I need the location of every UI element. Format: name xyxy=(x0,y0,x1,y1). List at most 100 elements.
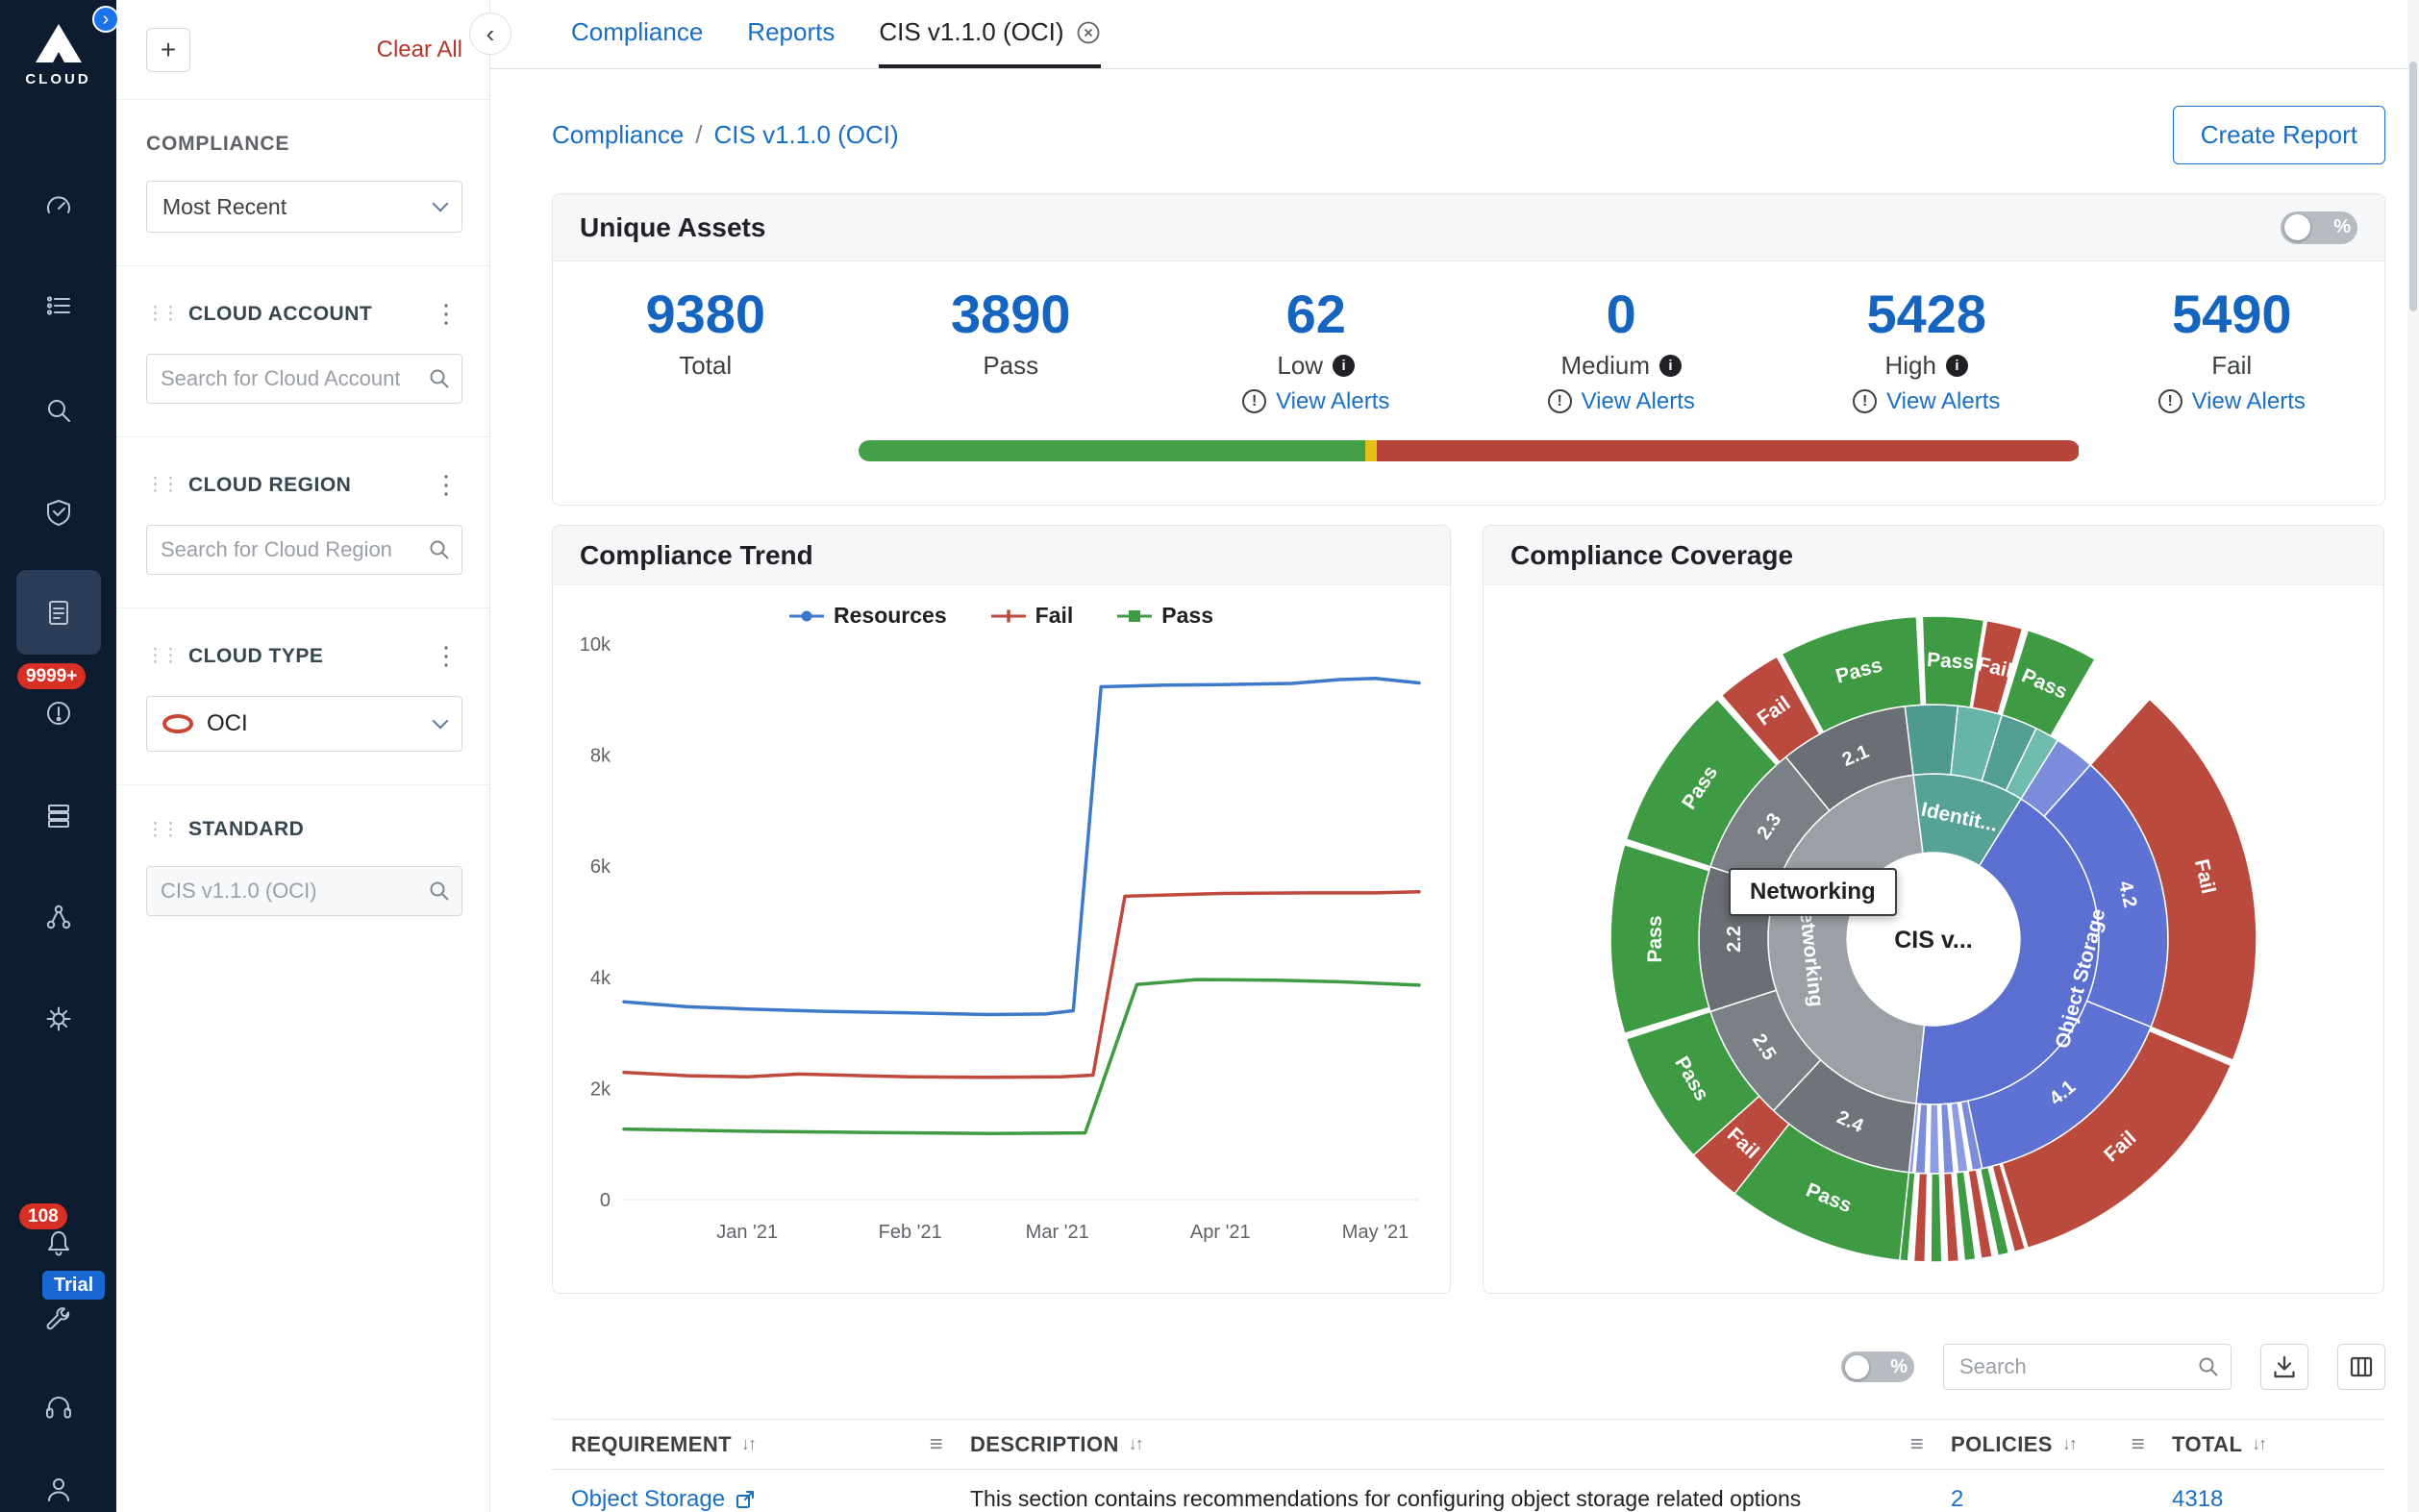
table-header-row: REQUIREMENT ↓↑ ≡ DESCRIPTION ↓↑ ≡ POLICI… xyxy=(552,1420,2385,1470)
svg-text:8k: 8k xyxy=(590,746,611,767)
rail-item-compute[interactable] xyxy=(30,789,87,843)
assets-progress-bar xyxy=(859,440,2080,461)
column-settings-button[interactable] xyxy=(2337,1344,2385,1390)
view-alerts-link-high[interactable]: View Alerts xyxy=(1886,388,2000,415)
sort-icons[interactable]: ↓↑ xyxy=(741,1434,755,1454)
table-search-input[interactable] xyxy=(1943,1344,2232,1390)
svg-text:Feb '21: Feb '21 xyxy=(879,1222,942,1243)
legend-marker xyxy=(991,608,1026,624)
tab-compliance[interactable]: Compliance xyxy=(571,0,703,68)
filter-panel: + Clear All COMPLIANCE Most Recent ⋮⋮ CL… xyxy=(116,0,490,1512)
bar-segment-pass xyxy=(859,440,1365,461)
svg-text:Pass: Pass xyxy=(1926,649,1974,674)
assets-stats: 9380 Total 3890 Pass 62 Low i ! View Ale… xyxy=(553,261,2384,415)
download-icon xyxy=(2271,1353,2298,1380)
rail-item-settings[interactable] xyxy=(30,992,87,1046)
table-percent-toggle[interactable]: % xyxy=(1841,1351,1914,1382)
filter-section-cloud-region: CLOUD REGION xyxy=(188,474,351,497)
tab-cis-v110-oci[interactable]: CIS v1.1.0 (OCI) xyxy=(879,0,1100,68)
coverage-chart[interactable]: NetworkingIdentit...Object Storage2.42.5… xyxy=(1597,603,2270,1276)
close-tab-icon[interactable] xyxy=(1076,20,1101,45)
trial-badge: Trial xyxy=(42,1271,105,1300)
headset-icon xyxy=(44,1393,73,1422)
drag-handle-icon[interactable]: ⋮⋮ xyxy=(146,474,177,496)
svg-text:2k: 2k xyxy=(590,1078,611,1100)
filter-section-cloud-account: CLOUD ACCOUNT xyxy=(188,303,372,326)
add-filter-button[interactable]: + xyxy=(146,28,190,72)
breadcrumb-current[interactable]: CIS v1.1.0 (OCI) xyxy=(714,120,899,150)
coverage-body: NetworkingIdentit...Object Storage2.42.5… xyxy=(1484,603,2383,1294)
divider xyxy=(116,607,489,608)
kebab-menu-icon[interactable]: ⋮ xyxy=(430,641,462,671)
external-link-icon xyxy=(735,1489,756,1510)
page-scrollbar[interactable] xyxy=(2407,0,2419,1512)
notification-dot[interactable]: › xyxy=(92,6,119,33)
filter-section-cloud-type: CLOUD TYPE xyxy=(188,645,323,668)
column-header-total[interactable]: TOTAL ↓↑ xyxy=(2172,1432,2366,1457)
column-menu-icon[interactable]: ≡ xyxy=(1910,1431,1924,1458)
view-alerts-link-medium[interactable]: View Alerts xyxy=(1582,388,1695,415)
percent-toggle[interactable]: % xyxy=(2281,211,2357,244)
drag-handle-icon[interactable]: ⋮⋮ xyxy=(146,645,177,667)
view-alerts-link-low[interactable]: View Alerts xyxy=(1276,388,1389,415)
sort-icons[interactable]: ↓↑ xyxy=(1129,1434,1142,1454)
drag-handle-icon[interactable]: ⋮⋮ xyxy=(146,819,177,841)
alerts-count-badge: 9999+ xyxy=(17,663,86,689)
column-menu-icon[interactable]: ≡ xyxy=(930,1431,943,1458)
kebab-menu-icon[interactable]: ⋮ xyxy=(430,470,462,500)
scrollbar-thumb[interactable] xyxy=(2409,62,2417,311)
stat-pass: 3890 Pass xyxy=(859,286,1164,415)
trend-card-title: Compliance Trend xyxy=(580,540,813,571)
column-header-policies[interactable]: POLICIES ↓↑ ≡ xyxy=(1951,1431,2172,1458)
collapse-filters-button[interactable]: ‹ xyxy=(469,12,511,55)
info-icon[interactable]: i xyxy=(1946,355,1968,377)
policies-count[interactable]: 2 xyxy=(1951,1486,2172,1512)
app-root: › CLOUD 9999+ xyxy=(0,0,2419,1512)
unique-assets-card: Unique Assets % 9380 Total 3890 Pass 62 xyxy=(552,193,2385,506)
info-icon[interactable]: i xyxy=(1333,355,1355,377)
rail-item-dashboard[interactable] xyxy=(30,180,87,234)
sort-icons[interactable]: ↓↑ xyxy=(2062,1434,2076,1454)
legend-item-resources[interactable]: Resources xyxy=(789,603,947,629)
rail-item-compliance[interactable] xyxy=(16,570,101,655)
sort-icons[interactable]: ↓↑ xyxy=(2252,1434,2265,1454)
tab-reports[interactable]: Reports xyxy=(747,0,835,68)
create-report-button[interactable]: Create Report xyxy=(2173,106,2385,164)
sort-select-value: Most Recent xyxy=(162,194,287,220)
rail-item-policies[interactable] xyxy=(30,485,87,539)
column-header-requirement[interactable]: REQUIREMENT ↓↑ ≡ xyxy=(571,1431,970,1458)
column-menu-icon[interactable]: ≡ xyxy=(2132,1431,2145,1458)
rail-item-network[interactable] xyxy=(30,890,87,944)
rail-item-support[interactable] xyxy=(30,1380,87,1434)
legend-item-pass[interactable]: Pass xyxy=(1117,603,1213,629)
download-button[interactable] xyxy=(2260,1344,2308,1390)
rail-item-inventory[interactable] xyxy=(30,279,87,333)
coverage-card-title: Compliance Coverage xyxy=(1510,540,1793,571)
sort-select[interactable]: Most Recent xyxy=(146,181,462,233)
gauge-icon xyxy=(44,192,73,221)
stat-medium: 0 Medium i ! View Alerts xyxy=(1469,286,1775,415)
view-alerts-link-fail[interactable]: View Alerts xyxy=(2192,388,2306,415)
info-icon[interactable]: i xyxy=(1659,355,1682,377)
cloud-account-search-input[interactable] xyxy=(146,354,462,404)
table-row: Object Storage This section contains rec… xyxy=(552,1470,2385,1512)
rail-item-profile[interactable] xyxy=(30,1462,87,1512)
legend-item-fail[interactable]: Fail xyxy=(991,603,1074,629)
total-count[interactable]: 4318 xyxy=(2172,1486,2366,1512)
rail-item-alerts[interactable] xyxy=(30,686,87,740)
breadcrumb-compliance[interactable]: Compliance xyxy=(552,120,684,150)
kebab-menu-icon[interactable]: ⋮ xyxy=(430,299,462,329)
stat-total: 9380 Total xyxy=(553,286,859,415)
filter-section-standard: STANDARD xyxy=(188,818,304,841)
legend-marker xyxy=(789,608,824,624)
rail-item-investigate[interactable] xyxy=(30,384,87,437)
clear-all-link[interactable]: Clear All xyxy=(377,37,462,63)
standard-search-input[interactable] xyxy=(146,866,462,916)
cloud-type-select[interactable]: OCI xyxy=(146,696,462,752)
drag-handle-icon[interactable]: ⋮⋮ xyxy=(146,303,177,325)
column-header-description[interactable]: DESCRIPTION ↓↑ ≡ xyxy=(970,1431,1951,1458)
requirement-link[interactable]: Object Storage xyxy=(571,1486,970,1512)
divider xyxy=(116,436,489,437)
cloud-region-search-input[interactable] xyxy=(146,525,462,575)
rail-item-tools[interactable] xyxy=(30,1293,87,1347)
